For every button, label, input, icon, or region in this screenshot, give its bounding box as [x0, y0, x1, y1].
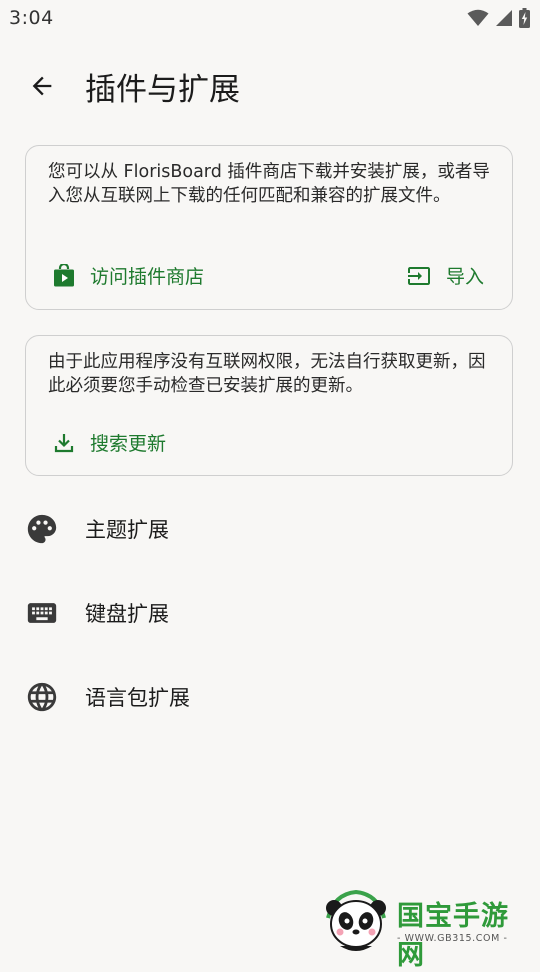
shop-icon [54, 263, 74, 286]
arrow-back-icon [32, 76, 52, 96]
wifi-icon [467, 9, 489, 26]
update-card-text: 由于此应用程序没有互联网权限，无法自行获取更新，因此必须要您手动检查已安装扩展的… [48, 352, 486, 396]
list-item-label: 键盘扩展 [85, 602, 169, 626]
store-card: 您可以从 FlorisBoard 插件商店下载并安装扩展，或者导入您从互联网上下… [25, 145, 513, 310]
search-updates-button[interactable]: 搜索更新 [52, 429, 166, 456]
list-item-label: 语言包扩展 [85, 686, 190, 710]
panda-logo-icon [326, 889, 386, 951]
update-card: 由于此应用程序没有互联网权限，无法自行获取更新，因此必须要您手动检查已安装扩展的… [25, 335, 513, 476]
watermark-url: - WWW.GB315.COM - [397, 933, 508, 944]
store-card-text: 您可以从 FlorisBoard 插件商店下载并安装扩展，或者导入您从互联网上下… [48, 162, 490, 206]
app-bar: 插件与扩展 [0, 50, 540, 120]
back-button[interactable] [22, 66, 62, 106]
visit-store-button[interactable]: 访问插件商店 [52, 262, 204, 289]
status-time: 3:04 [9, 7, 54, 29]
import-button[interactable]: 导入 [406, 262, 484, 289]
globe-icon [25, 680, 59, 714]
status-icons [467, 8, 530, 28]
list-item-label: 主题扩展 [85, 518, 169, 542]
import-label: 导入 [446, 266, 485, 288]
status-bar: 3:04 [0, 0, 540, 36]
palette-icon [25, 512, 59, 546]
keyboard-icon [25, 596, 59, 630]
visit-store-label: 访问插件商店 [90, 266, 205, 288]
list-item-language-pack-extensions[interactable]: 语言包扩展 [0, 655, 540, 739]
search-updates-label: 搜索更新 [90, 433, 167, 455]
page-title: 插件与扩展 [85, 72, 240, 108]
input-icon [408, 266, 430, 285]
download-icon [54, 433, 74, 452]
cell-signal-icon [496, 10, 512, 26]
list-item-keyboard-extensions[interactable]: 键盘扩展 [0, 571, 540, 655]
list-item-theme-extensions[interactable]: 主题扩展 [0, 487, 540, 571]
watermark-logo: 国宝手游网 - WWW.GB315.COM - [315, 880, 535, 971]
battery-charging-icon [519, 8, 530, 28]
